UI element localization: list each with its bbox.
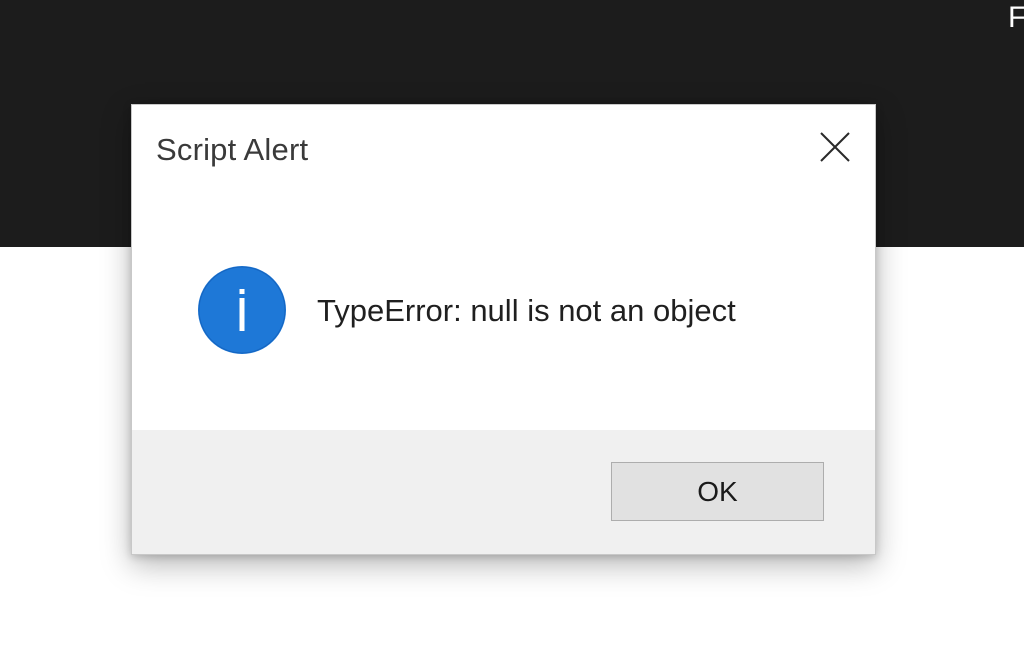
dialog-title: Script Alert	[156, 132, 309, 167]
alert-message: TypeError: null is not an object	[317, 293, 736, 328]
close-button[interactable]	[817, 129, 853, 165]
ok-button[interactable]: OK	[611, 462, 824, 521]
close-icon	[820, 132, 850, 162]
script-alert-dialog: Script Alert TypeError: null is not an o…	[131, 104, 876, 555]
info-icon	[197, 265, 287, 355]
corner-text-fragment: F	[1008, 1, 1024, 34]
